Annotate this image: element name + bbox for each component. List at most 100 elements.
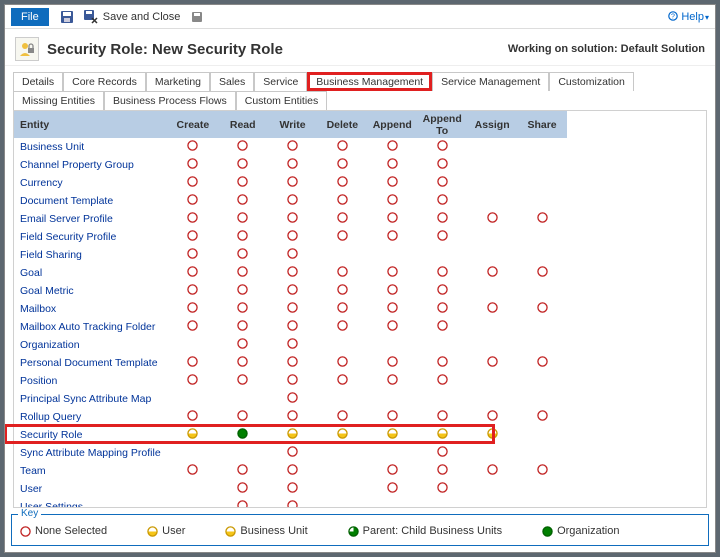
priv-cell[interactable] <box>417 264 467 282</box>
priv-cell[interactable] <box>317 408 367 426</box>
priv-cell[interactable] <box>517 462 567 480</box>
priv-cell[interactable] <box>367 318 417 336</box>
priv-cell[interactable] <box>218 282 268 300</box>
priv-cell[interactable] <box>268 318 318 336</box>
col-read[interactable]: Read <box>218 111 268 138</box>
priv-cell[interactable] <box>168 174 218 192</box>
entity-name[interactable]: Security Role <box>14 426 168 444</box>
priv-cell[interactable] <box>168 246 218 264</box>
priv-cell[interactable] <box>218 426 268 444</box>
tab-sales[interactable]: Sales <box>210 72 254 91</box>
priv-cell[interactable] <box>317 354 367 372</box>
priv-cell[interactable] <box>268 426 318 444</box>
priv-cell[interactable] <box>218 462 268 480</box>
priv-cell[interactable] <box>417 228 467 246</box>
priv-cell[interactable] <box>268 390 318 408</box>
priv-cell[interactable] <box>417 408 467 426</box>
priv-cell[interactable] <box>168 300 218 318</box>
priv-cell[interactable] <box>467 210 517 228</box>
priv-cell[interactable] <box>168 354 218 372</box>
priv-cell[interactable] <box>168 264 218 282</box>
tab-details[interactable]: Details <box>13 72 63 91</box>
priv-cell[interactable] <box>168 210 218 228</box>
priv-cell[interactable] <box>268 264 318 282</box>
file-menu[interactable]: File <box>11 8 49 26</box>
priv-cell[interactable] <box>168 228 218 246</box>
col-delete[interactable]: Delete <box>317 111 367 138</box>
priv-cell[interactable] <box>268 480 318 498</box>
priv-cell[interactable] <box>218 246 268 264</box>
priv-cell[interactable] <box>467 354 517 372</box>
priv-cell[interactable] <box>218 318 268 336</box>
actions-icon[interactable] <box>190 9 206 25</box>
entity-name[interactable]: Field Sharing <box>14 246 168 264</box>
priv-cell[interactable] <box>417 210 467 228</box>
priv-cell[interactable] <box>467 408 517 426</box>
priv-cell[interactable] <box>268 462 318 480</box>
priv-cell[interactable] <box>467 264 517 282</box>
save-close-button[interactable]: Save and Close <box>103 11 181 23</box>
tab-service[interactable]: Service <box>254 72 307 91</box>
priv-cell[interactable] <box>268 138 318 156</box>
priv-cell[interactable] <box>367 138 417 156</box>
priv-cell[interactable] <box>367 372 417 390</box>
priv-cell[interactable] <box>417 156 467 174</box>
priv-cell[interactable] <box>168 318 218 336</box>
priv-cell[interactable] <box>168 408 218 426</box>
priv-cell[interactable] <box>517 264 567 282</box>
priv-cell[interactable] <box>417 444 467 462</box>
priv-cell[interactable] <box>417 174 467 192</box>
priv-cell[interactable] <box>367 408 417 426</box>
priv-cell[interactable] <box>317 156 367 174</box>
entity-name[interactable]: Team <box>14 462 168 480</box>
entity-name[interactable]: Document Template <box>14 192 168 210</box>
priv-cell[interactable] <box>317 138 367 156</box>
col-share[interactable]: Share <box>517 111 567 138</box>
entity-name[interactable]: Goal <box>14 264 168 282</box>
entity-name[interactable]: Business Unit <box>14 138 168 156</box>
tab-custom-entities[interactable]: Custom Entities <box>236 91 328 110</box>
priv-cell[interactable] <box>218 174 268 192</box>
priv-cell[interactable] <box>317 318 367 336</box>
priv-cell[interactable] <box>467 426 517 444</box>
priv-cell[interactable] <box>268 444 318 462</box>
priv-cell[interactable] <box>268 498 318 508</box>
entity-name[interactable]: Personal Document Template <box>14 354 168 372</box>
priv-cell[interactable] <box>268 354 318 372</box>
priv-cell[interactable] <box>317 300 367 318</box>
priv-cell[interactable] <box>268 192 318 210</box>
tab-customization[interactable]: Customization <box>549 72 634 91</box>
priv-cell[interactable] <box>367 174 417 192</box>
priv-cell[interactable] <box>168 372 218 390</box>
priv-cell[interactable] <box>467 300 517 318</box>
entity-name[interactable]: Rollup Query <box>14 408 168 426</box>
priv-cell[interactable] <box>367 354 417 372</box>
priv-cell[interactable] <box>268 408 318 426</box>
priv-cell[interactable] <box>417 426 467 444</box>
priv-cell[interactable] <box>218 498 268 508</box>
entity-name[interactable]: Mailbox <box>14 300 168 318</box>
tab-marketing[interactable]: Marketing <box>146 72 210 91</box>
priv-cell[interactable] <box>517 210 567 228</box>
priv-cell[interactable] <box>417 480 467 498</box>
priv-cell[interactable] <box>517 300 567 318</box>
priv-cell[interactable] <box>218 156 268 174</box>
priv-cell[interactable] <box>317 192 367 210</box>
priv-cell[interactable] <box>517 354 567 372</box>
entity-name[interactable]: Principal Sync Attribute Map <box>14 390 168 408</box>
priv-cell[interactable] <box>218 264 268 282</box>
priv-cell[interactable] <box>367 228 417 246</box>
priv-cell[interactable] <box>268 156 318 174</box>
col-create[interactable]: Create <box>168 111 218 138</box>
entity-name[interactable]: User <box>14 480 168 498</box>
entity-name[interactable]: Field Security Profile <box>14 228 168 246</box>
priv-cell[interactable] <box>168 426 218 444</box>
priv-cell[interactable] <box>218 354 268 372</box>
col-append-to[interactable]: Append To <box>417 111 467 138</box>
priv-cell[interactable] <box>268 210 318 228</box>
priv-cell[interactable] <box>218 210 268 228</box>
priv-cell[interactable] <box>317 372 367 390</box>
priv-cell[interactable] <box>168 138 218 156</box>
priv-cell[interactable] <box>367 210 417 228</box>
priv-cell[interactable] <box>317 174 367 192</box>
